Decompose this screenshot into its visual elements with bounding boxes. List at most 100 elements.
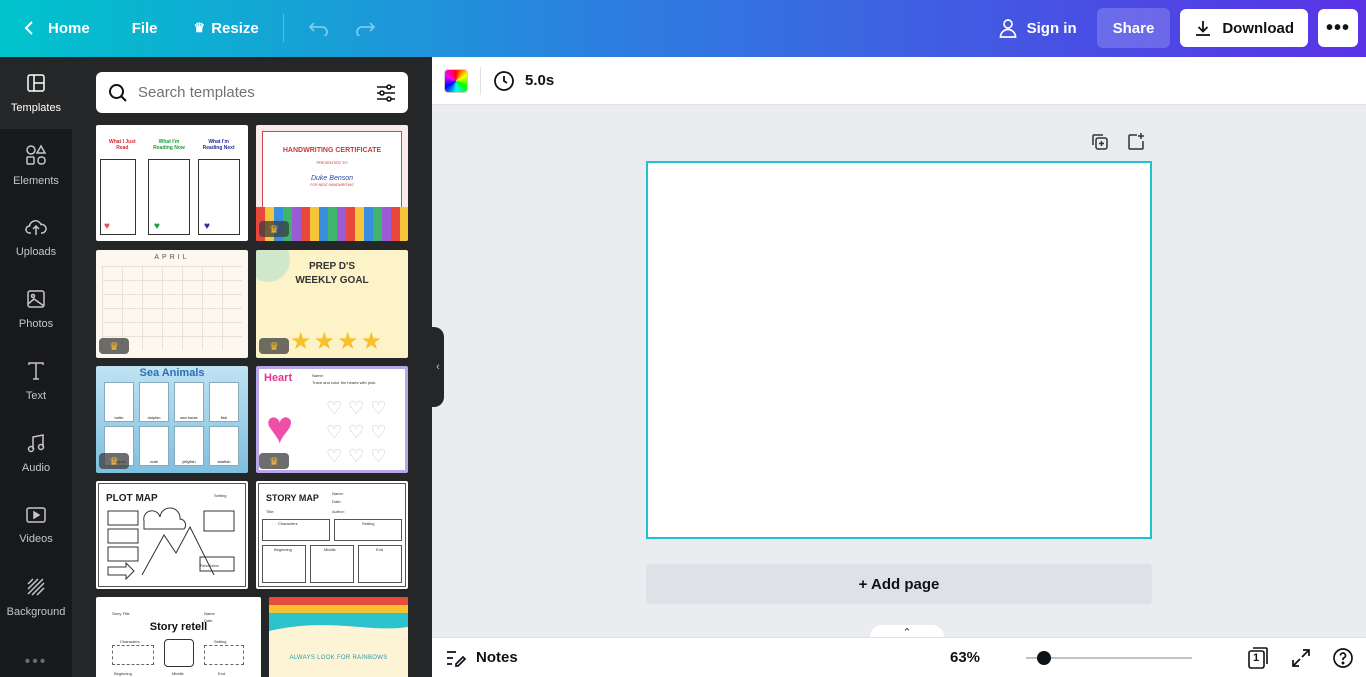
- share-button[interactable]: Share: [1096, 8, 1171, 48]
- home-label: Home: [48, 19, 90, 37]
- template-april-calendar[interactable]: APRIL ♛: [96, 250, 248, 358]
- duplicate-page-icon[interactable]: [1090, 132, 1110, 152]
- template-text: What I'm Reading Now: [153, 139, 185, 151]
- collapse-panel-button[interactable]: ‹: [432, 327, 444, 407]
- templates-panel: Search templates What I Just Read What I…: [72, 57, 432, 677]
- sign-in-label: Sign in: [1026, 19, 1077, 37]
- duration-value: 5.0s: [525, 72, 555, 89]
- home-button[interactable]: Home: [14, 8, 100, 48]
- zoom-slider-handle[interactable]: [1037, 651, 1052, 665]
- rail-item-text[interactable]: Text: [0, 345, 72, 417]
- notes-icon: [446, 649, 466, 667]
- rail-item-elements[interactable]: Elements: [0, 129, 72, 201]
- search-icon: [108, 83, 128, 103]
- search-input[interactable]: Search templates: [138, 84, 376, 101]
- footer-controls: 1: [1246, 646, 1354, 670]
- rail-item-templates[interactable]: Templates: [0, 57, 72, 129]
- template-text: Author:: [332, 509, 345, 514]
- template-text: Setting: [362, 521, 375, 526]
- heart-icon: ♥: [266, 401, 294, 453]
- top-bar-right: Sign in Share Download •••: [989, 8, 1358, 48]
- template-heart-worksheet[interactable]: Heart Name: Trace and color the hearts w…: [256, 366, 408, 473]
- background-color-picker[interactable]: [444, 68, 468, 93]
- zoom-level[interactable]: 63%: [950, 649, 980, 666]
- rail-label: Templates: [10, 101, 62, 114]
- page-count: 1: [1253, 651, 1260, 664]
- rail-label: Elements: [13, 174, 59, 187]
- share-label: Share: [1112, 19, 1155, 37]
- template-text: dolphin: [139, 382, 169, 422]
- redo-button[interactable]: [344, 8, 386, 48]
- template-reading-log[interactable]: What I Just Read What I'm Reading Now Wh…: [96, 125, 248, 241]
- rail-item-photos[interactable]: Photos: [0, 273, 72, 345]
- text-icon: [26, 361, 46, 384]
- template-text: HANDWRITING CERTIFICATE: [282, 147, 382, 154]
- top-bar: Home File ♛ Resize Sign in Share Downloa…: [0, 0, 1366, 57]
- template-text: jellyfish: [174, 426, 204, 466]
- elements-icon: [25, 143, 47, 169]
- template-text: Setting: [214, 493, 227, 498]
- duration-button[interactable]: 5.0s: [493, 70, 554, 92]
- template-text: Name:: [332, 491, 344, 496]
- filter-icon[interactable]: [376, 83, 396, 102]
- notes-label: Notes: [476, 649, 518, 666]
- template-text: ALWAYS LOOK FOR RAINBOWS: [289, 655, 388, 661]
- template-text: STORY MAP: [266, 493, 319, 503]
- rail-item-uploads[interactable]: Uploads: [0, 201, 72, 273]
- template-story-map[interactable]: STORY MAP Name: Date: Title: Author: Cha…: [256, 481, 408, 589]
- chevron-left-icon: ‹: [436, 361, 440, 373]
- add-page-button[interactable]: + Add page: [646, 564, 1152, 604]
- template-text: sea horse: [174, 382, 204, 422]
- template-rainbow[interactable]: ALWAYS LOOK FOR RAINBOWS: [269, 597, 408, 677]
- search-box[interactable]: Search templates: [96, 72, 408, 113]
- uploads-icon: [25, 217, 47, 240]
- undo-button[interactable]: [298, 8, 340, 48]
- zoom-slider[interactable]: [1026, 651, 1192, 665]
- template-text: PLOT MAP: [106, 493, 158, 504]
- notes-button[interactable]: Notes: [446, 649, 518, 667]
- clock-icon: [493, 70, 515, 92]
- template-text: Setting: [214, 639, 227, 644]
- rail-label: Videos: [19, 532, 53, 545]
- template-text: WEEKLY GOAL: [295, 275, 369, 286]
- more-dots-icon: •••: [1325, 16, 1350, 39]
- template-text: Story Title: [112, 611, 130, 616]
- rail-label: Audio: [21, 461, 51, 474]
- template-weekly-goal[interactable]: PREP D'S WEEKLY GOAL ★★★★ ♛: [256, 250, 408, 358]
- rail-item-background[interactable]: Background: [0, 561, 72, 633]
- templates-icon: [26, 73, 46, 96]
- download-button[interactable]: Download: [1180, 9, 1308, 47]
- rail-item-audio[interactable]: Audio: [0, 417, 72, 489]
- template-text: PRESENTED TO: [316, 160, 348, 165]
- rail-more-icon[interactable]: •••: [0, 653, 72, 671]
- premium-crown-icon: ♛: [99, 338, 129, 354]
- page-count-button[interactable]: 1: [1246, 646, 1270, 670]
- heart-outline-icon: ♡♡♡ ♡♡♡ ♡♡♡: [326, 398, 393, 466]
- template-handwriting-certificate[interactable]: HANDWRITING CERTIFICATE PRESENTED TO Duk…: [256, 125, 408, 241]
- sign-in-button[interactable]: Sign in: [989, 8, 1087, 48]
- add-page-icon[interactable]: [1126, 132, 1146, 152]
- template-text: Characters: [278, 521, 298, 526]
- template-text: Beginning: [274, 547, 292, 552]
- template-text: Beginning: [114, 671, 132, 676]
- add-page-label: + Add page: [858, 575, 940, 593]
- template-text: What I Just Read: [108, 139, 136, 151]
- template-text: APRIL: [154, 254, 190, 261]
- fullscreen-icon[interactable]: [1290, 647, 1312, 669]
- rail-label: Background: [6, 605, 66, 618]
- premium-crown-icon: ♛: [259, 221, 289, 237]
- design-canvas[interactable]: [646, 161, 1152, 539]
- more-options-button[interactable]: •••: [1318, 9, 1358, 47]
- editor-toolbar: 5.0s: [432, 57, 1366, 105]
- chevron-left-icon: [24, 20, 34, 36]
- file-menu-button[interactable]: File: [122, 8, 168, 48]
- premium-crown-icon: ♛: [99, 453, 129, 469]
- template-sea-animals[interactable]: Sea Animals turtle dolphin sea horse fis…: [96, 366, 248, 473]
- template-plot-map[interactable]: PLOT MAP Setting Resolution: [96, 481, 248, 589]
- resize-button[interactable]: ♛ Resize: [184, 8, 269, 48]
- top-bar-left: Home File ♛ Resize: [14, 8, 386, 48]
- help-icon[interactable]: [1332, 647, 1354, 669]
- rail-item-videos[interactable]: Videos: [0, 489, 72, 561]
- template-story-retell[interactable]: Story Title Name Date Story retell Chara…: [96, 597, 261, 677]
- videos-icon: [26, 506, 46, 527]
